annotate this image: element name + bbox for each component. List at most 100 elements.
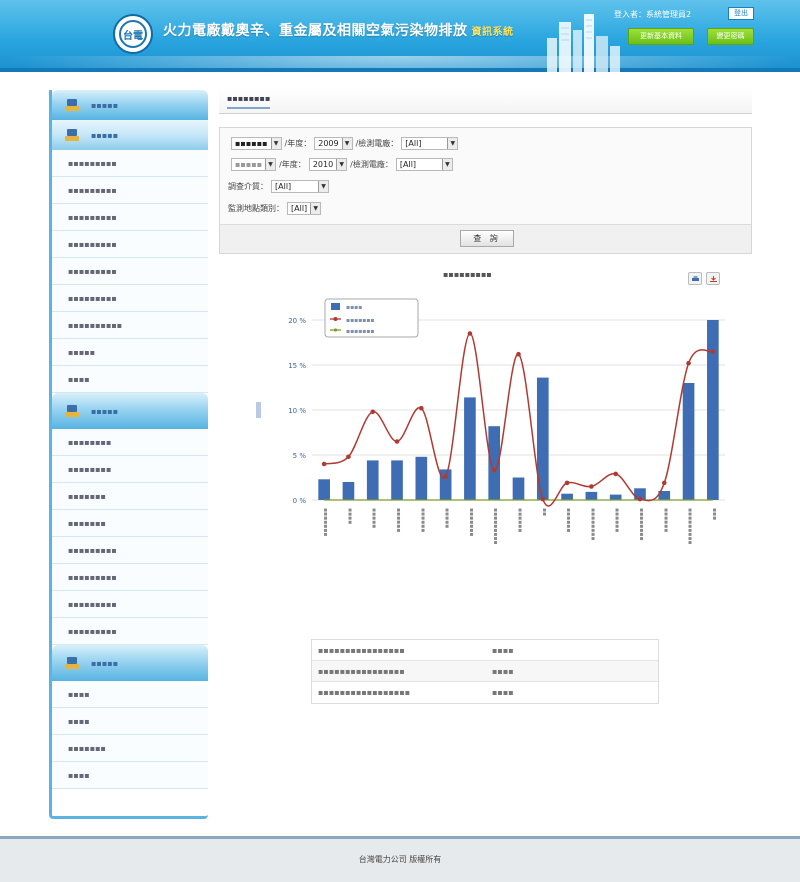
- legend-label: ▪▪▪▪: [346, 304, 362, 311]
- x-tick-label: ▪▪▪▪▪: [371, 508, 378, 528]
- download-button[interactable]: [706, 272, 720, 285]
- site-title-sub: 資訊系統: [471, 27, 514, 38]
- dropdown-arrow-icon: ▼: [341, 138, 352, 149]
- summary-label: ▪▪▪▪▪▪▪▪▪▪▪▪▪▪▪▪▪: [318, 688, 411, 697]
- update-basic-data-button[interactable]: 更新基本資料: [628, 28, 694, 45]
- bar: [318, 479, 330, 500]
- sidebar-item[interactable]: ▪▪▪▪▪▪▪▪▪: [52, 204, 208, 231]
- sidebar-item[interactable]: ▪▪▪▪: [52, 366, 208, 393]
- sidebar-section-label: ▪▪▪▪▪: [91, 658, 119, 668]
- sidebar-item[interactable]: ▪▪▪▪▪▪▪▪▪: [52, 177, 208, 204]
- sidebar-section-3[interactable]: ▪▪▪▪▪: [52, 393, 208, 429]
- sidebar-item[interactable]: ▪▪▪▪: [52, 708, 208, 735]
- data-point: [394, 439, 400, 444]
- plant-select-1[interactable]: [All] ▼: [401, 137, 459, 150]
- download-icon: [710, 276, 717, 282]
- y-tick-label: 10 %: [288, 407, 306, 415]
- bar: [707, 320, 719, 500]
- summary-value: ▪▪▪▪: [492, 666, 514, 676]
- filter-row-3: 調查介質： [All] ▼: [228, 180, 332, 193]
- comparison-chart: 0 %5 %10 %15 %20 %▪▪▪▪▪▪▪ ▪▪▪▪ ▪▪▪▪▪ ▪▪▪▪▪▪…: [256, 298, 725, 545]
- sidebar-item[interactable]: ▪▪▪▪▪▪▪▪▪: [52, 258, 208, 285]
- sidebar-item[interactable]: ▪▪▪▪▪▪▪▪▪: [52, 231, 208, 258]
- data-point: [467, 331, 473, 336]
- data-point: [346, 454, 351, 460]
- data-point: [540, 496, 546, 502]
- folder-icon: [65, 657, 79, 669]
- bar: [464, 397, 476, 500]
- plant-label: /檢測電廠：: [355, 139, 399, 148]
- query-bar: 查 詢: [220, 224, 751, 253]
- query-button[interactable]: 查 詢: [460, 230, 514, 247]
- data-point: [686, 360, 691, 366]
- print-button[interactable]: [688, 272, 702, 285]
- taipower-logo[interactable]: 台電: [113, 14, 153, 54]
- sidebar-item[interactable]: ▪▪▪▪▪: [52, 339, 208, 366]
- bar: [391, 460, 403, 500]
- filter-row-4: 監測地點類別： [All] ▼: [228, 202, 324, 215]
- x-tick-label: ▪▪▪▪▪▪: [517, 508, 524, 532]
- buildings-illustration: [547, 14, 620, 72]
- sidebar-item[interactable]: ▪▪▪▪: [52, 762, 208, 789]
- sidebar-item[interactable]: ▪▪▪▪▪▪▪▪▪: [52, 537, 208, 564]
- compare-type-select-2[interactable]: ▪▪▪▪▪ ▼: [231, 158, 277, 171]
- sidebar-item[interactable]: ▪▪▪▪▪▪▪: [52, 483, 208, 510]
- sidebar-item[interactable]: ▪▪▪▪▪▪▪▪▪: [52, 591, 208, 618]
- sidebar-item[interactable]: ▪▪▪▪▪▪▪▪▪: [52, 285, 208, 312]
- data-point: [710, 349, 716, 354]
- sidebar-item[interactable]: ▪▪▪▪▪▪▪▪▪▪: [52, 312, 208, 339]
- bar: [561, 493, 573, 500]
- medium-label: 調查介質：: [228, 182, 268, 191]
- folder-icon: [65, 99, 79, 111]
- dropdown-arrow-icon: ▼: [265, 159, 276, 170]
- plant-label: /檢測電廠：: [350, 160, 393, 169]
- data-point: [637, 496, 643, 502]
- logo-ring: 台電: [119, 20, 147, 48]
- compare-type-select-1[interactable]: ▪▪▪▪▪▪ ▼: [231, 137, 282, 150]
- x-tick-label: ▪▪▪▪▪▪▪▪: [638, 508, 645, 541]
- sidebar-item[interactable]: ▪▪▪▪: [52, 681, 208, 708]
- sidebar-section-2[interactable]: ▪▪▪▪▪: [52, 120, 208, 150]
- dropdown-arrow-icon: ▼: [336, 159, 347, 170]
- sidebar-item[interactable]: ▪▪▪▪▪▪▪▪: [52, 456, 208, 483]
- tab-current[interactable]: ▪▪▪▪▪▪▪▪: [227, 94, 271, 109]
- y-tick-label: 0 %: [293, 497, 307, 505]
- plant-select-2[interactable]: [All] ▼: [395, 158, 453, 171]
- select-value: [All]: [405, 139, 422, 148]
- sidebar-item[interactable]: ▪▪▪▪▪▪▪▪▪: [52, 618, 208, 645]
- bar: [609, 494, 622, 500]
- sidebar-item[interactable]: ▪▪▪▪▪▪▪▪: [52, 429, 208, 456]
- sidebar-item[interactable]: ▪▪▪▪▪▪▪▪▪: [52, 564, 208, 591]
- site-type-select[interactable]: [All] ▼: [287, 202, 322, 215]
- dropdown-arrow-icon: ▼: [310, 203, 321, 214]
- change-password-button[interactable]: 變更密碼: [707, 28, 754, 45]
- dropdown-arrow-icon: ▼: [447, 138, 458, 149]
- x-tick-label: ▪▪▪▪▪: [444, 508, 451, 528]
- sidebar-section-4[interactable]: ▪▪▪▪▪: [52, 645, 208, 681]
- bar: [512, 477, 525, 500]
- x-tick-label: ▪▪▪▪▪▪▪: [468, 508, 475, 536]
- y-tick-label: 20 %: [288, 317, 306, 325]
- bar: [342, 482, 355, 500]
- bar: [415, 456, 428, 500]
- data-point: [443, 474, 448, 479]
- x-tick-label: ▪▪▪▪▪▪▪▪▪: [687, 508, 694, 545]
- summary-label: ▪▪▪▪▪▪▪▪▪▪▪▪▪▪▪▪: [318, 666, 405, 676]
- sidebar-item[interactable]: ▪▪▪▪▪▪▪: [52, 510, 208, 537]
- sidebar-item[interactable]: ▪▪▪▪▪▪▪: [52, 735, 208, 762]
- x-tick-label: ▪▪▪▪▪▪: [614, 508, 621, 532]
- copyright-text: 台灣電力公司 版權所有: [358, 855, 442, 864]
- medium-select[interactable]: [All] ▼: [271, 180, 329, 193]
- year-select-2[interactable]: 2010 ▼: [308, 158, 348, 171]
- x-tick-label: ▪▪▪▪: [346, 508, 353, 524]
- logout-button[interactable]: 登出: [728, 7, 754, 20]
- summary-label: ▪▪▪▪▪▪▪▪▪▪▪▪▪▪▪▪: [318, 645, 405, 655]
- site-type-label: 監測地點類別：: [228, 204, 284, 213]
- year-label: /年度：: [284, 139, 312, 148]
- select-value: 2009: [318, 139, 339, 148]
- data-point: [321, 461, 327, 467]
- year-select-1[interactable]: 2009 ▼: [314, 137, 353, 150]
- sidebar-item[interactable]: ▪▪▪▪▪▪▪▪▪: [52, 150, 208, 177]
- sidebar-section-1[interactable]: ▪▪▪▪▪: [52, 90, 208, 120]
- sidebar-section-label: ▪▪▪▪▪: [91, 100, 119, 110]
